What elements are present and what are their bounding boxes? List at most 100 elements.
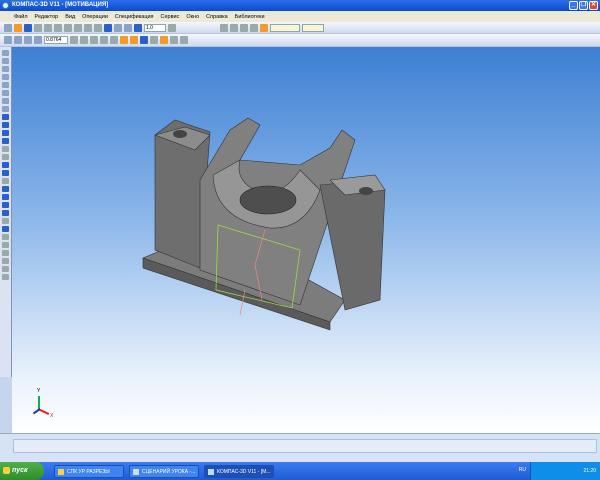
- zoom-in-icon[interactable]: [14, 36, 22, 44]
- zoom-field[interactable]: 0.8764: [44, 36, 68, 44]
- zoom-icon[interactable]: [34, 36, 42, 44]
- tool-icon[interactable]: [2, 82, 9, 88]
- tool-icon[interactable]: [170, 36, 178, 44]
- menu-view[interactable]: Вид: [65, 14, 75, 20]
- tool-icon[interactable]: [2, 90, 9, 96]
- sweep-icon[interactable]: [2, 130, 9, 136]
- title-bar: КОМПАС-3D V11 - [МОТИВАЦИЯ] _ ❐ ✕: [0, 0, 600, 11]
- pan-icon[interactable]: [70, 36, 78, 44]
- language-indicator[interactable]: RU: [519, 467, 526, 473]
- revolve-icon[interactable]: [2, 122, 9, 128]
- menu-bar: Файл Редактор Вид Операции Спецификация …: [0, 11, 600, 22]
- shaded-icon[interactable]: [120, 36, 128, 44]
- sketch-icon[interactable]: [2, 226, 9, 232]
- snap-icon[interactable]: [260, 23, 268, 32]
- taskbar-item-folder[interactable]: СПК УР РАЗРЕЗЫ: [54, 464, 124, 478]
- tool-icon[interactable]: [2, 98, 9, 104]
- tool-icon[interactable]: [2, 250, 9, 256]
- axis-y-label: Y: [37, 388, 41, 394]
- hole-icon[interactable]: [2, 202, 9, 208]
- open-icon[interactable]: [14, 23, 22, 32]
- print-icon[interactable]: [34, 23, 42, 32]
- redo-icon[interactable]: [94, 23, 102, 32]
- manager-icon[interactable]: [104, 23, 112, 32]
- tool-icon[interactable]: [2, 178, 9, 184]
- tool-icon[interactable]: [2, 266, 9, 272]
- menu-help[interactable]: Справка: [206, 14, 228, 20]
- app-icon: [2, 2, 9, 9]
- menu-file[interactable]: Файл: [14, 14, 28, 20]
- dropdown-icon[interactable]: [168, 23, 176, 32]
- tool-icon[interactable]: [2, 50, 9, 56]
- save-icon[interactable]: [24, 23, 32, 32]
- windows-logo-icon: [3, 467, 10, 474]
- grid-icon[interactable]: [134, 23, 142, 32]
- undo-icon[interactable]: [84, 23, 92, 32]
- menu-specification[interactable]: Спецификация: [115, 14, 154, 20]
- coord-field[interactable]: [302, 23, 324, 32]
- copy-icon[interactable]: [64, 23, 72, 32]
- taskbar: пуск СПК УР РАЗРЕЗЫ СЦЕНАРИЙ УРОКА -... …: [0, 462, 600, 480]
- tool-icon[interactable]: [2, 66, 9, 72]
- shaded-edges-icon[interactable]: [130, 36, 138, 44]
- extrude-icon[interactable]: [2, 114, 9, 120]
- wireframe-icon[interactable]: [100, 36, 108, 44]
- tool-icon[interactable]: [2, 274, 9, 280]
- chamfer-icon[interactable]: [2, 194, 9, 200]
- perspective-icon[interactable]: [140, 36, 148, 44]
- cut-revolve-icon[interactable]: [2, 170, 9, 176]
- 3d-viewport[interactable]: Y X: [12, 47, 600, 433]
- tool-icon[interactable]: [2, 74, 9, 80]
- zoom-out-icon[interactable]: [24, 36, 32, 44]
- cut-extrude-icon[interactable]: [2, 162, 9, 168]
- preview-icon[interactable]: [44, 23, 52, 32]
- tool-icon[interactable]: [2, 258, 9, 264]
- filter-icon[interactable]: [160, 36, 168, 44]
- tool-icon[interactable]: [180, 36, 188, 44]
- loft-icon[interactable]: [2, 138, 9, 144]
- help-icon[interactable]: [124, 23, 132, 32]
- clock: 21:20: [583, 468, 596, 474]
- window-title: КОМПАС-3D V11 - [МОТИВАЦИЯ]: [12, 2, 109, 8]
- scale-field[interactable]: 1.0: [144, 23, 166, 32]
- fillet-icon[interactable]: [2, 186, 9, 192]
- section-icon[interactable]: [150, 36, 158, 44]
- menu-editor[interactable]: Редактор: [35, 14, 59, 20]
- taskbar-item-document[interactable]: СЦЕНАРИЙ УРОКА -...: [129, 464, 199, 478]
- coord-field[interactable]: [270, 23, 300, 32]
- paste-icon[interactable]: [74, 23, 82, 32]
- zoom-window-icon[interactable]: [4, 36, 12, 44]
- tool-icon[interactable]: [2, 234, 9, 240]
- menu-service[interactable]: Сервис: [161, 14, 180, 20]
- model-part: [142, 117, 386, 331]
- rotate-icon[interactable]: [80, 36, 88, 44]
- close-button[interactable]: ✕: [589, 1, 598, 10]
- tool-icon[interactable]: [240, 23, 248, 32]
- tool-icon[interactable]: [250, 23, 258, 32]
- cut-icon[interactable]: [54, 23, 62, 32]
- folder-icon: [58, 468, 64, 475]
- menu-window[interactable]: Окно: [186, 14, 199, 20]
- menu-operations[interactable]: Операции: [82, 14, 108, 20]
- tool-icon[interactable]: [2, 58, 9, 64]
- fx-icon[interactable]: [114, 23, 122, 32]
- view-toolbar: 0.8764: [0, 34, 600, 47]
- word-icon: [133, 468, 139, 475]
- menu-libraries[interactable]: Библиотеки: [235, 14, 265, 20]
- tool-icon[interactable]: [220, 23, 228, 32]
- tool-icon[interactable]: [230, 23, 238, 32]
- tool-icon[interactable]: [2, 146, 9, 152]
- minimize-button[interactable]: _: [569, 1, 578, 10]
- tool-icon[interactable]: [2, 218, 9, 224]
- new-icon[interactable]: [4, 23, 12, 32]
- taskbar-item-kompas[interactable]: КОМПАС-3D V11 - [М...: [204, 464, 274, 478]
- orientation-icon[interactable]: [90, 36, 98, 44]
- restore-button[interactable]: ❐: [579, 1, 588, 10]
- tool-icon[interactable]: [2, 154, 9, 160]
- tool-icon[interactable]: [2, 106, 9, 112]
- start-button[interactable]: пуск: [0, 462, 44, 480]
- tool-icon[interactable]: [2, 242, 9, 248]
- kompas-icon: [208, 468, 214, 475]
- hidden-lines-icon[interactable]: [110, 36, 118, 44]
- rib-icon[interactable]: [2, 210, 9, 216]
